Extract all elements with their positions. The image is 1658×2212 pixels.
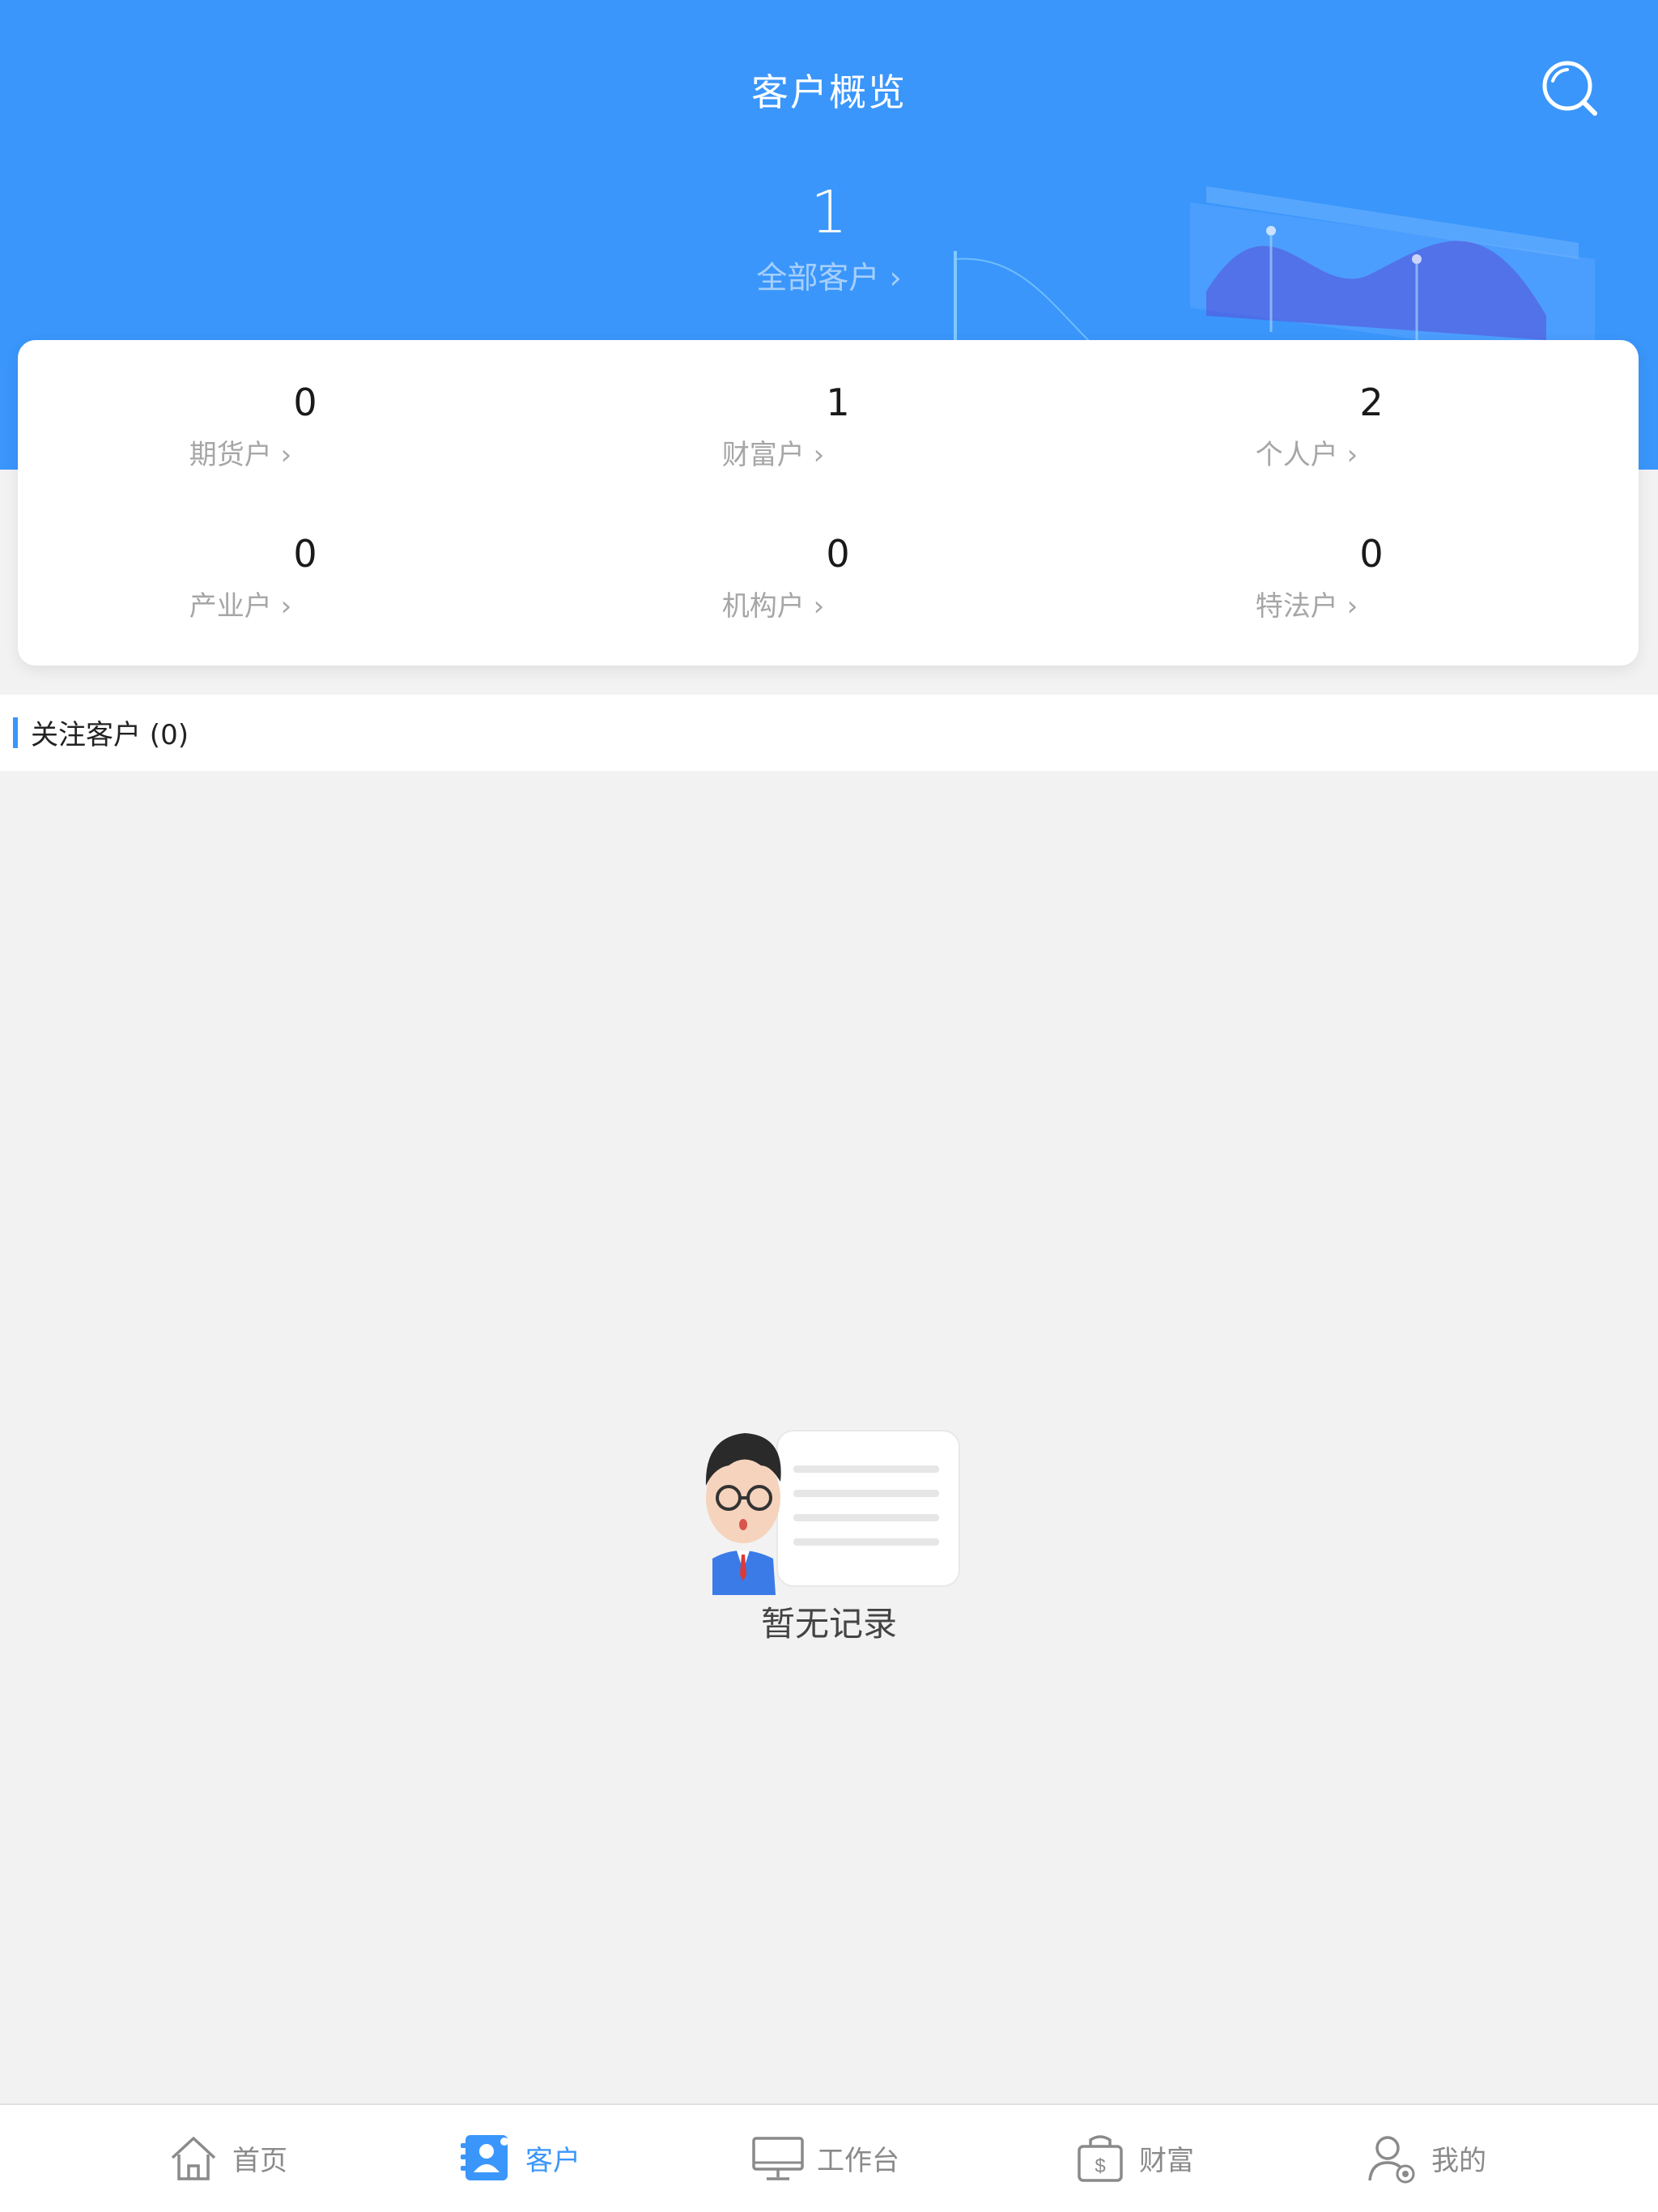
monitor-icon	[752, 2137, 804, 2180]
stat-institution[interactable]: 0 机构户 ›	[668, 532, 1008, 653]
customer-icon	[461, 2135, 508, 2180]
search-button[interactable]	[1538, 57, 1603, 121]
all-customers-link[interactable]: 全部客户 ›	[0, 253, 1658, 297]
section-title: 关注客户 (0)	[31, 719, 189, 751]
total-customer-count: 1	[810, 178, 848, 246]
search-icon	[1542, 61, 1597, 116]
svg-text:$: $	[1095, 2155, 1105, 2177]
customer-overview-page: 客户概览 1 全部客户 › 0 期货户 › 1 财富户 › 2 个人户 › 0 …	[0, 0, 1658, 2212]
home-icon	[171, 2137, 216, 2180]
stat-value: 2	[1359, 381, 1384, 424]
stat-value: 0	[293, 532, 317, 576]
stat-label: 特法户 ›	[1255, 590, 1358, 623]
stat-label: 期货户 ›	[189, 439, 292, 471]
stat-value: 1	[826, 381, 850, 424]
wallet-icon: $	[1078, 2135, 1123, 2182]
stat-special[interactable]: 0 特法户 ›	[1201, 532, 1541, 653]
followed-customers-section: 关注客户 (0)	[0, 695, 1658, 771]
user-icon	[1368, 2136, 1415, 2184]
stat-label: 财富户 ›	[721, 439, 825, 471]
tab-customers[interactable]: 客户	[459, 2129, 580, 2186]
empty-state-text: 暂无记录	[760, 1604, 897, 1644]
stat-futures[interactable]: 0 期货户 ›	[135, 381, 475, 502]
stat-wealth[interactable]: 1 财富户 ›	[668, 381, 1008, 502]
tab-label: 财富	[1139, 2144, 1194, 2177]
section-accent-bar	[13, 717, 18, 748]
stat-value: 0	[1359, 532, 1384, 576]
stat-value: 0	[293, 381, 317, 424]
tab-mine[interactable]: 我的	[1365, 2129, 1486, 2186]
tab-label: 我的	[1431, 2144, 1486, 2177]
customer-stats-card: 0 期货户 › 1 财富户 › 2 个人户 › 0 产业户 › 0 机构户 › …	[18, 340, 1639, 666]
bottom-tab-bar: 首页 客户 工作台 $ 财富 我的	[0, 2104, 1658, 2212]
stat-industry[interactable]: 0 产业户 ›	[135, 532, 475, 653]
stat-label: 机构户 ›	[721, 590, 825, 623]
tab-workbench[interactable]: 工作台	[750, 2129, 899, 2186]
tab-wealth[interactable]: $ 财富	[1073, 2129, 1194, 2186]
tab-label: 首页	[232, 2144, 287, 2177]
stat-value: 0	[826, 532, 850, 576]
tab-label: 工作台	[817, 2144, 899, 2177]
stat-individual[interactable]: 2 个人户 ›	[1201, 381, 1541, 502]
stat-label: 产业户 ›	[189, 590, 292, 623]
page-title: 客户概览	[751, 70, 907, 114]
tab-home[interactable]: 首页	[166, 2129, 287, 2186]
tab-label: 客户	[525, 2144, 580, 2177]
stat-label: 个人户 ›	[1255, 439, 1358, 471]
